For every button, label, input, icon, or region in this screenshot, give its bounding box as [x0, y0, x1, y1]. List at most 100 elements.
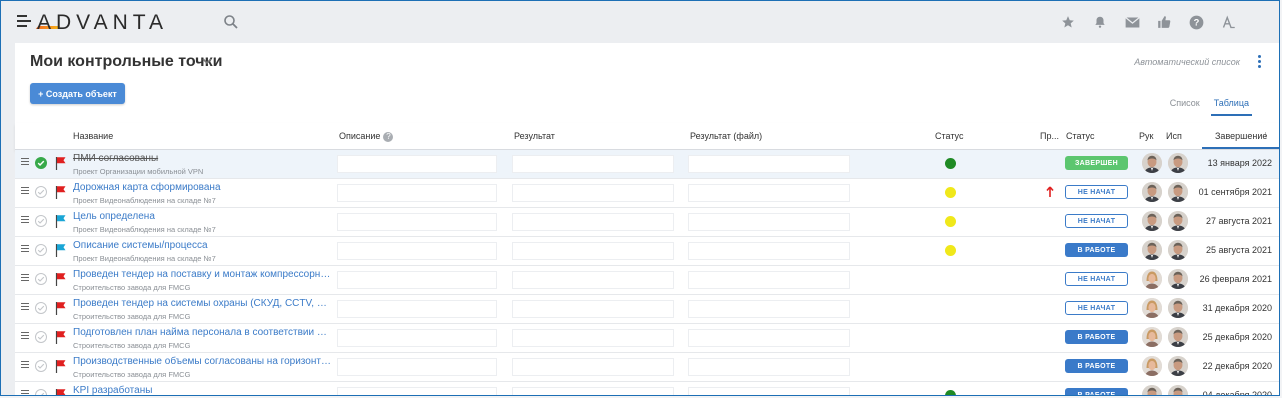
row-project[interactable]: Строительство завода для FMCG	[73, 341, 190, 350]
status-badge[interactable]: В РАБОТЕ	[1065, 243, 1128, 257]
head-avatar[interactable]	[1142, 356, 1162, 376]
table-row[interactable]: Подготовлен план найма персонала в соотв…	[15, 324, 1279, 353]
status-badge[interactable]: В РАБОТЕ	[1065, 388, 1128, 395]
description-cell[interactable]	[337, 300, 497, 318]
head-avatar[interactable]	[1142, 327, 1162, 347]
executor-avatar[interactable]	[1168, 211, 1188, 231]
col-head[interactable]: Рук	[1139, 131, 1153, 141]
chevron-down-icon[interactable]	[201, 55, 213, 67]
drag-handle-icon[interactable]	[21, 245, 29, 253]
result-cell[interactable]	[512, 387, 674, 395]
col-status2[interactable]: Статус	[1066, 131, 1094, 141]
result-cell[interactable]	[512, 242, 674, 260]
description-cell[interactable]	[337, 155, 497, 173]
result-file-cell[interactable]	[688, 242, 850, 260]
row-project[interactable]: Проект Организации мобильной VPN	[73, 167, 203, 176]
description-cell[interactable]	[337, 213, 497, 231]
head-avatar[interactable]	[1142, 211, 1162, 231]
executor-avatar[interactable]	[1168, 153, 1188, 173]
result-cell[interactable]	[512, 300, 674, 318]
row-project[interactable]: Проект Видеонаблюдения на складе №7	[73, 254, 216, 263]
complete-check-icon[interactable]	[35, 389, 47, 395]
executor-avatar[interactable]	[1168, 182, 1188, 202]
complete-check-icon[interactable]	[35, 244, 47, 256]
complete-check-icon[interactable]	[35, 331, 47, 343]
row-project[interactable]: Строительство завода для FMCG	[73, 312, 190, 321]
drag-handle-icon[interactable]	[21, 303, 29, 311]
row-title[interactable]: Дорожная карта сформирована	[73, 182, 331, 193]
description-cell[interactable]	[337, 329, 497, 347]
table-row[interactable]: Описание системы/процесса Проект Видеонаб…	[15, 237, 1279, 266]
thumbs-up-icon[interactable]	[1155, 13, 1173, 31]
menu-icon[interactable]	[17, 15, 31, 27]
row-project[interactable]: Строительство завода для FMCG	[73, 283, 190, 292]
completed-check-icon[interactable]	[35, 157, 47, 169]
complete-check-icon[interactable]	[35, 360, 47, 372]
result-cell[interactable]	[512, 184, 674, 202]
drag-handle-icon[interactable]	[21, 390, 29, 395]
drag-handle-icon[interactable]	[21, 361, 29, 369]
description-cell[interactable]	[337, 184, 497, 202]
col-priority[interactable]: Пр...	[1040, 131, 1059, 141]
complete-check-icon[interactable]	[35, 302, 47, 314]
row-title[interactable]: Цель определена	[73, 211, 331, 222]
mail-icon[interactable]	[1123, 13, 1141, 31]
description-cell[interactable]	[337, 271, 497, 289]
executor-avatar[interactable]	[1168, 385, 1188, 395]
result-file-cell[interactable]	[688, 387, 850, 395]
result-cell[interactable]	[512, 155, 674, 173]
flag-icon[interactable]	[55, 214, 67, 228]
head-avatar[interactable]	[1142, 269, 1162, 289]
complete-check-icon[interactable]	[35, 273, 47, 285]
bell-icon[interactable]	[1091, 13, 1109, 31]
row-title[interactable]: Проведен тендер на поставку и монтаж ком…	[73, 269, 331, 280]
drag-handle-icon[interactable]	[21, 187, 29, 195]
status-badge[interactable]: В РАБОТЕ	[1065, 330, 1128, 344]
col-description[interactable]: Описание?	[339, 131, 394, 142]
row-title[interactable]: ПМИ согласованы	[73, 153, 331, 164]
result-file-cell[interactable]	[688, 358, 850, 376]
flag-icon[interactable]	[55, 185, 67, 199]
table-row[interactable]: Проведен тендер на поставку и монтаж ком…	[15, 266, 1279, 295]
executor-avatar[interactable]	[1168, 356, 1188, 376]
result-file-cell[interactable]	[688, 213, 850, 231]
table-row[interactable]: KPI разработаныПроект Видеонаблюдения на…	[15, 382, 1279, 396]
row-title[interactable]: Описание системы/процесса	[73, 240, 331, 251]
head-avatar[interactable]	[1142, 153, 1162, 173]
head-avatar[interactable]	[1142, 182, 1162, 202]
status-badge[interactable]: НЕ НАЧАТ	[1065, 272, 1128, 286]
result-cell[interactable]	[512, 358, 674, 376]
description-cell[interactable]	[337, 242, 497, 260]
row-project[interactable]: Строительство завода для FMCG	[73, 370, 190, 379]
more-options-icon[interactable]	[1258, 55, 1262, 69]
search-icon[interactable]	[223, 14, 239, 30]
logo[interactable]: ADVANTA	[37, 11, 168, 35]
head-avatar[interactable]	[1142, 240, 1162, 260]
tab-list[interactable]: Список	[1167, 98, 1203, 116]
result-cell[interactable]	[512, 329, 674, 347]
row-title[interactable]: Проведен тендер на системы охраны (СКУД,…	[73, 298, 331, 309]
description-cell[interactable]	[337, 358, 497, 376]
result-cell[interactable]	[512, 213, 674, 231]
row-title[interactable]: KPI разработаны	[73, 385, 331, 395]
flag-icon[interactable]	[55, 156, 67, 170]
create-object-button[interactable]: + Создать объект	[30, 83, 125, 104]
row-project[interactable]: Проект Видеонаблюдения на складе №7	[73, 225, 216, 234]
star-icon[interactable]	[1059, 13, 1077, 31]
table-row[interactable]: ПМИ согласованы Проект Организации мобиль…	[15, 150, 1279, 179]
head-avatar[interactable]	[1142, 385, 1162, 395]
description-cell[interactable]	[337, 387, 497, 395]
col-name[interactable]: Название	[73, 131, 113, 141]
row-title[interactable]: Производственные объемы согласованы на г…	[73, 356, 331, 367]
flag-icon[interactable]	[55, 272, 67, 286]
result-file-cell[interactable]	[688, 155, 850, 173]
result-cell[interactable]	[512, 271, 674, 289]
flag-icon[interactable]	[55, 388, 67, 396]
translate-icon[interactable]	[1219, 13, 1237, 31]
result-file-cell[interactable]	[688, 184, 850, 202]
result-file-cell[interactable]	[688, 271, 850, 289]
col-result-file[interactable]: Результат (файл)	[690, 131, 762, 141]
complete-check-icon[interactable]	[35, 186, 47, 198]
head-avatar[interactable]	[1142, 298, 1162, 318]
drag-handle-icon[interactable]	[21, 332, 29, 340]
